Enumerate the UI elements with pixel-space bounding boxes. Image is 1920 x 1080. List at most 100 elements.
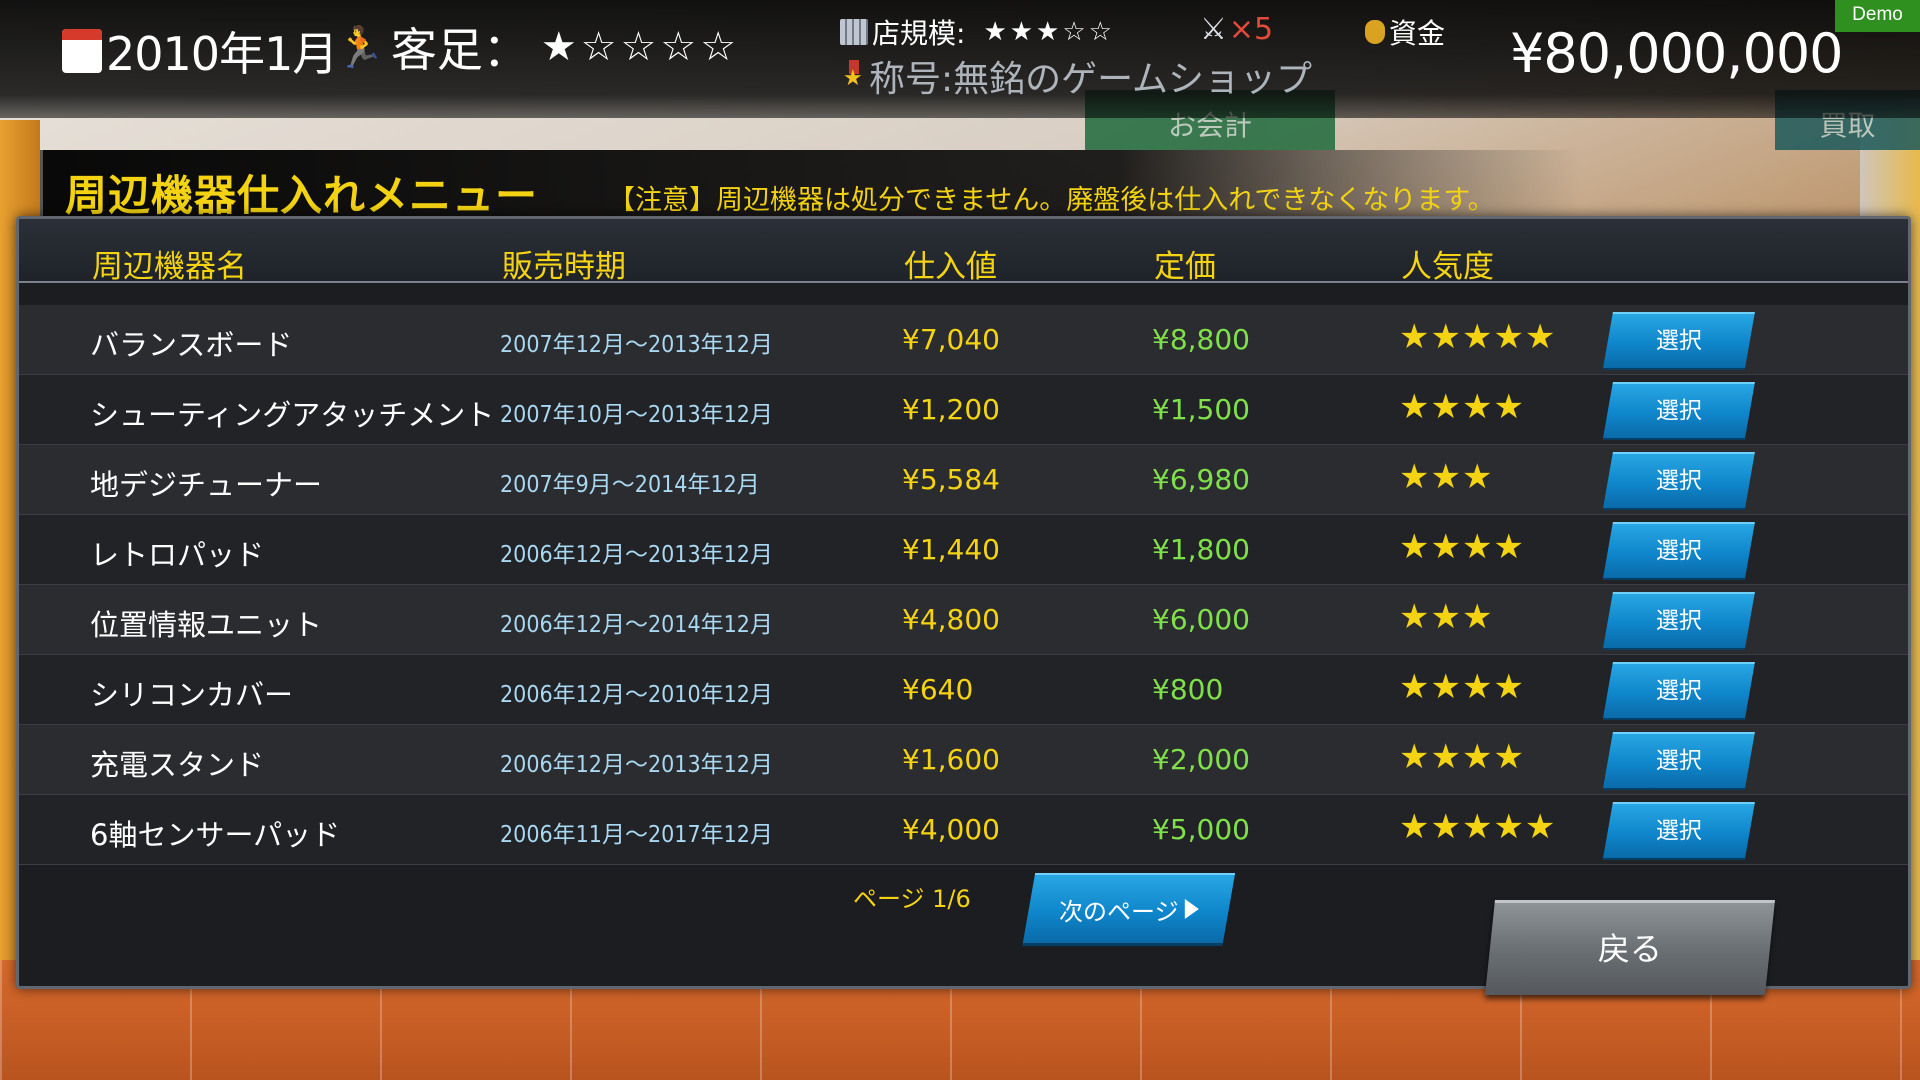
list-price: ¥8,800	[1152, 323, 1250, 356]
peripheral-name: シリコンカバー	[90, 678, 294, 712]
table-row: 充電スタンド 2006年12月～2013年12月 ¥1,600 ¥2,000 ★…	[19, 725, 1908, 795]
table-row: レトロパッド 2006年12月～2013年12月 ¥1,440 ¥1,800 ★…	[19, 515, 1908, 585]
list-price: ¥1,500	[1152, 393, 1250, 426]
back-button[interactable]: 戻る	[1485, 900, 1775, 995]
shop-title: 称号:無銘のゲームショップ	[843, 50, 1312, 102]
select-button[interactable]: 選択	[1603, 592, 1755, 648]
menu-heading: 周辺機器仕入れメニュー 【注意】周辺機器は処分できません。廃盤後は仕入れできなく…	[40, 150, 1580, 220]
select-button[interactable]: 選択	[1603, 312, 1755, 368]
back-button-label: 戻る	[1597, 930, 1662, 968]
funds-label: 資金	[1389, 17, 1446, 50]
medal-icon	[843, 60, 865, 92]
peripheral-name: 6軸センサーパッド	[90, 818, 341, 852]
sales-period: 2007年9月～2014年12月	[500, 472, 760, 498]
table-row: 地デジチューナー 2007年9月～2014年12月 ¥5,584 ¥6,980 …	[19, 445, 1908, 515]
customer-stars: ★☆☆☆☆	[540, 24, 741, 70]
select-button-label: 選択	[1655, 818, 1702, 844]
select-button[interactable]: 選択	[1603, 452, 1755, 508]
sales-period: 2007年12月～2013年12月	[500, 332, 773, 358]
peripheral-name: レトロパッド	[90, 538, 265, 572]
list-price: ¥2,000	[1152, 743, 1250, 776]
column-header-name: 周辺機器名	[92, 249, 247, 285]
tool-multiplier: ×5	[1228, 12, 1274, 47]
cost-price: ¥4,800	[902, 603, 1000, 636]
select-button-label: 選択	[1655, 468, 1702, 494]
column-header-period: 販売時期	[502, 249, 626, 285]
select-button-label: 選択	[1655, 748, 1702, 774]
menu-notice: 【注意】周辺機器は処分できません。廃盤後は仕入れできなくなります。	[608, 185, 1495, 216]
popularity-stars: ★★★	[1399, 597, 1494, 637]
column-header-price: 定価	[1154, 249, 1216, 285]
select-button-label: 選択	[1655, 608, 1702, 634]
cost-price: ¥4,000	[902, 813, 1000, 846]
table-row: 位置情報ユニット 2006年12月～2014年12月 ¥4,800 ¥6,000…	[19, 585, 1908, 655]
peripheral-purchase-panel: 周辺機器名 販売時期 仕入値 定価 人気度 バランスボード 2007年12月～2…	[16, 216, 1911, 989]
page-indicator: ページ 1/6	[853, 885, 971, 913]
store-scale-stars: ★★★☆☆	[983, 17, 1115, 47]
cost-price: ¥5,584	[902, 463, 1000, 496]
select-button-label: 選択	[1655, 678, 1702, 704]
select-button[interactable]: 選択	[1603, 382, 1755, 438]
next-page-button[interactable]: 次のページ	[1022, 873, 1236, 943]
shop-title-text: 称号:無銘のゲームショップ	[869, 59, 1313, 100]
popularity-stars: ★★★★	[1399, 737, 1525, 777]
list-price: ¥800	[1152, 673, 1224, 706]
popularity-stars: ★★★★	[1399, 527, 1525, 567]
demo-badge: Demo	[1835, 0, 1920, 32]
date-display: 2010年1月	[62, 18, 338, 84]
sales-period: 2006年12月～2010年12月	[500, 682, 773, 708]
sales-period: 2006年12月～2013年12月	[500, 752, 773, 778]
column-header-popularity: 人気度	[1401, 249, 1494, 285]
runner-icon: 🏃	[335, 24, 385, 71]
customer-traffic: 🏃 客足： ★☆☆☆☆	[335, 14, 740, 80]
popularity-stars: ★★★★★	[1399, 807, 1557, 847]
next-page-label: 次のページ	[1059, 897, 1179, 926]
peripheral-name: シューティングアタッチメント	[90, 398, 495, 432]
sales-period: 2006年12月～2013年12月	[500, 542, 773, 568]
select-button-label: 選択	[1655, 538, 1702, 564]
table-row: シリコンカバー 2006年12月～2010年12月 ¥640 ¥800 ★★★★…	[19, 655, 1908, 725]
customer-label: 客足：	[390, 23, 529, 77]
building-icon	[840, 19, 868, 45]
popularity-stars: ★★★	[1399, 457, 1494, 497]
menu-title: 周辺機器仕入れメニュー	[65, 171, 539, 220]
select-button[interactable]: 選択	[1603, 802, 1755, 858]
list-price: ¥6,000	[1152, 603, 1250, 636]
cost-price: ¥640	[902, 673, 974, 706]
peripheral-list: バランスボード 2007年12月～2013年12月 ¥7,040 ¥8,800 …	[19, 305, 1908, 865]
select-button-label: 選択	[1655, 398, 1702, 424]
store-scale-label: 店規模:	[872, 17, 966, 50]
store-scale: 店規模: ★★★☆☆	[840, 12, 1115, 52]
peripheral-name: 位置情報ユニット	[90, 608, 323, 642]
cost-price: ¥7,040	[902, 323, 1000, 356]
popularity-stars: ★★★★★	[1399, 317, 1557, 357]
popularity-stars: ★★★★	[1399, 387, 1525, 427]
status-bar: 2010年1月 🏃 客足： ★☆☆☆☆ 店規模: ★★★☆☆ ⚔ ×5 資金 ¥…	[0, 0, 1920, 118]
list-price: ¥6,980	[1152, 463, 1250, 496]
select-button[interactable]: 選択	[1603, 732, 1755, 788]
sales-period: 2006年12月～2014年12月	[500, 612, 773, 638]
money-bag-icon	[1365, 20, 1385, 44]
select-button[interactable]: 選択	[1603, 662, 1755, 718]
sales-period: 2006年11月～2017年12月	[500, 822, 773, 848]
list-price: ¥1,800	[1152, 533, 1250, 566]
funds-label-group: 資金	[1365, 12, 1445, 52]
select-button-label: 選択	[1655, 328, 1702, 354]
column-header-cost: 仕入値	[904, 249, 997, 285]
table-row: シューティングアタッチメント 2007年10月～2013年12月 ¥1,200 …	[19, 375, 1908, 445]
crossed-tools-icon: ⚔	[1200, 12, 1227, 47]
peripheral-name: バランスボード	[90, 328, 293, 362]
popularity-stars: ★★★★	[1399, 667, 1525, 707]
cost-price: ¥1,200	[902, 393, 1000, 426]
select-button[interactable]: 選択	[1603, 522, 1755, 578]
calendar-icon	[62, 29, 102, 73]
play-arrow-icon	[1184, 899, 1199, 919]
table-row: 6軸センサーパッド 2006年11月～2017年12月 ¥4,000 ¥5,00…	[19, 795, 1908, 865]
peripheral-name: 充電スタンド	[90, 748, 265, 782]
peripheral-name: 地デジチューナー	[90, 468, 323, 502]
cost-price: ¥1,600	[902, 743, 1000, 776]
funds-value: ¥80,000,000	[1510, 22, 1844, 85]
cost-price: ¥1,440	[902, 533, 1000, 566]
current-date: 2010年1月	[106, 27, 338, 81]
list-price: ¥5,000	[1152, 813, 1250, 846]
